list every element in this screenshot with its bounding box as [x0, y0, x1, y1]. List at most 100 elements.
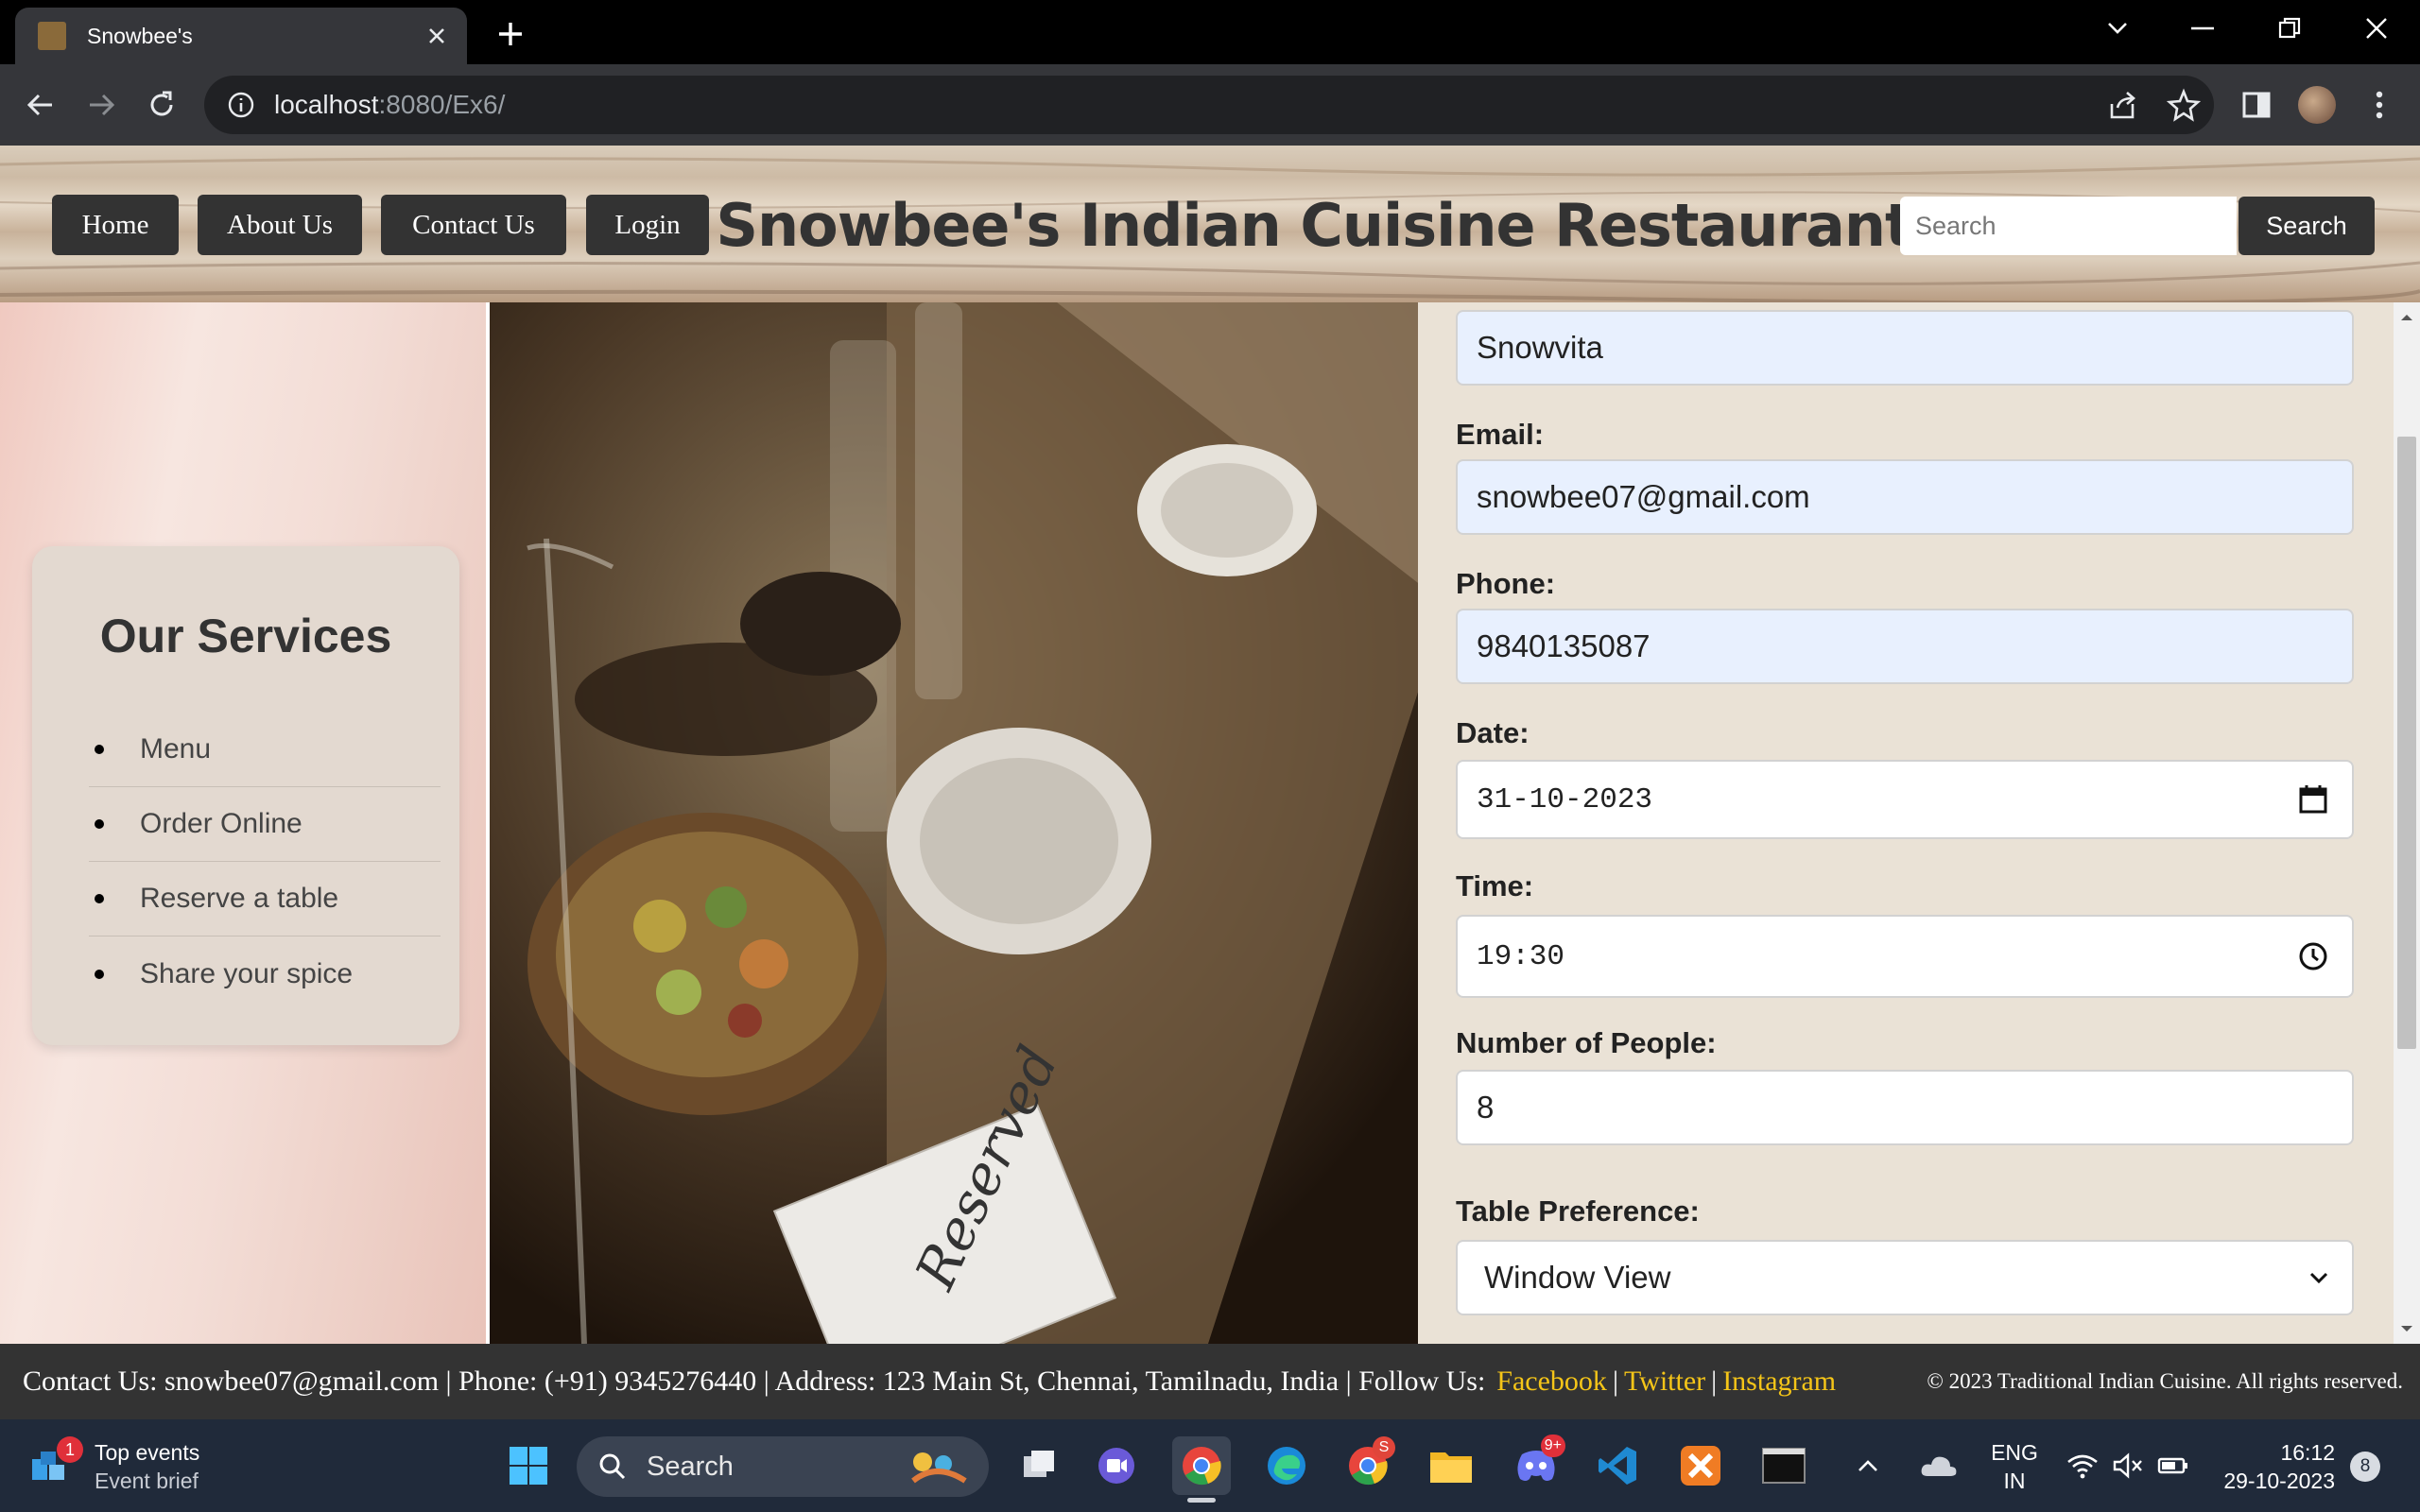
language-code: ENG	[1991, 1440, 2038, 1465]
clock-icon[interactable]	[2297, 940, 2329, 972]
service-share-spice-link[interactable]: Share your spice	[89, 936, 441, 1011]
date-field[interactable]: 31-10-2023	[1456, 760, 2354, 839]
bookmark-star-icon[interactable]	[2165, 87, 2203, 125]
wifi-icon[interactable]	[2059, 1436, 2106, 1495]
chrome-taskbar-icon[interactable]	[1172, 1436, 1231, 1503]
terminal-icon[interactable]	[1754, 1436, 1813, 1495]
forward-icon[interactable]	[79, 83, 123, 127]
address-bar[interactable]: localhost:8080/Ex6/	[204, 76, 2214, 134]
scroll-up-icon[interactable]	[2394, 308, 2420, 327]
site-title: Snowbee's Indian Cuisine Restaurant	[716, 191, 1912, 260]
name-field[interactable]: Snowvita	[1456, 310, 2354, 386]
browser-tab-bar: Snowbee's	[0, 0, 2420, 64]
services-list: Menu Order Online Reserve a table Share …	[89, 713, 441, 1011]
clock[interactable]: 16:12 29-10-2023	[2212, 1438, 2335, 1495]
search-icon	[599, 1453, 626, 1480]
close-window-icon[interactable]	[2348, 9, 2405, 47]
nav-contact-button[interactable]: Contact Us	[381, 195, 566, 255]
file-explorer-icon[interactable]	[1422, 1436, 1480, 1495]
restaurant-table-photo: Reserved	[486, 302, 1418, 1344]
service-menu-link[interactable]: Menu	[89, 713, 441, 787]
battery-icon[interactable]	[2150, 1436, 2197, 1495]
phone-label: Phone:	[1456, 567, 1556, 600]
services-card: Our Services Menu Order Online Reserve a…	[32, 546, 459, 1045]
table-preference-label: Table Preference:	[1456, 1194, 1700, 1228]
favicon-icon	[38, 22, 66, 50]
people-label: Number of People:	[1456, 1026, 1717, 1059]
tab-search-chevron-icon[interactable]	[2089, 9, 2146, 47]
date-value: 31-10-2023	[1477, 782, 1653, 816]
edge-icon[interactable]	[1257, 1436, 1316, 1495]
url-path: :8080/Ex6/	[378, 90, 506, 119]
services-heading: Our Services	[99, 610, 392, 662]
teams-chat-icon[interactable]	[1087, 1436, 1146, 1495]
table-preference-select[interactable]: Window View	[1456, 1240, 2354, 1315]
reservation-form: Snowvita Email: snowbee07@gmail.com Phon…	[1418, 302, 2394, 1344]
close-tab-icon[interactable]	[420, 19, 454, 53]
people-field[interactable]: 8	[1456, 1070, 2354, 1145]
clock-time: 16:12	[2280, 1440, 2335, 1465]
language-region: IN	[2003, 1469, 2026, 1493]
side-panel-icon[interactable]	[2235, 83, 2278, 127]
phone-field[interactable]: 9840135087	[1456, 609, 2354, 684]
minimize-icon[interactable]	[2174, 9, 2231, 47]
left-panel: Our Services Menu Order Online Reserve a…	[0, 302, 486, 1344]
browser-tab[interactable]: Snowbee's	[15, 8, 467, 64]
widgets-button[interactable]: 1 Top events Event brief	[28, 1436, 217, 1495]
restore-icon[interactable]	[2261, 9, 2318, 47]
photo-illustration: Reserved	[490, 302, 1418, 1344]
discord-badge: 9+	[1540, 1435, 1565, 1457]
email-label: Email:	[1456, 418, 1545, 451]
discord-icon[interactable]: 9+	[1507, 1435, 1565, 1495]
header-search-button[interactable]: Search	[2238, 197, 2375, 255]
browser-menu-icon[interactable]	[2358, 83, 2401, 127]
calendar-icon[interactable]	[2297, 783, 2329, 816]
nav-home-button[interactable]: Home	[52, 195, 179, 255]
widgets-title: Top events	[95, 1440, 200, 1465]
twitter-link[interactable]: Twitter	[1624, 1366, 1705, 1398]
instagram-link[interactable]: Instagram	[1722, 1366, 1836, 1398]
tray-overflow-icon[interactable]	[1849, 1436, 1887, 1495]
header-search-input[interactable]	[1900, 197, 2237, 255]
notification-count[interactable]: 8	[2350, 1452, 2380, 1482]
email-field[interactable]: snowbee07@gmail.com	[1456, 459, 2354, 535]
footer-copyright: © 2023 Traditional Indian Cuisine. All r…	[1927, 1369, 2403, 1393]
page-scrollbar[interactable]	[2394, 302, 2420, 1344]
site-footer: Contact Us: snowbee07@gmail.com | Phone:…	[0, 1344, 2420, 1419]
search-highlight-icon	[911, 1452, 967, 1484]
new-tab-icon[interactable]	[492, 15, 529, 53]
time-field[interactable]: 19:30	[1456, 915, 2354, 998]
date-label: Date:	[1456, 716, 1530, 749]
taskbar-search-label: Search	[647, 1451, 734, 1482]
footer-separator: |	[1612, 1366, 1618, 1397]
profile-avatar[interactable]	[2295, 83, 2339, 127]
volume-muted-icon[interactable]	[2104, 1436, 2152, 1495]
onedrive-icon[interactable]	[1915, 1436, 1962, 1495]
facebook-link[interactable]: Facebook	[1496, 1366, 1607, 1398]
chrome-profile-icon[interactable]: S	[1339, 1436, 1397, 1495]
nav-about-button[interactable]: About Us	[198, 195, 362, 255]
reload-icon[interactable]	[140, 83, 183, 127]
service-order-online-link[interactable]: Order Online	[89, 787, 441, 862]
site-info-icon[interactable]	[225, 89, 257, 121]
language-indicator[interactable]: ENG IN	[1987, 1438, 2042, 1495]
scroll-down-icon[interactable]	[2394, 1319, 2420, 1338]
windows-taskbar: 1 Top events Event brief Search S 9+ ENG…	[0, 1419, 2420, 1512]
task-view-icon[interactable]	[1010, 1436, 1068, 1495]
share-icon[interactable]	[2104, 87, 2142, 125]
site-header: Home About Us Contact Us Login Snowbee's…	[0, 146, 2420, 302]
vscode-icon[interactable]	[1588, 1436, 1647, 1495]
chrome-profile-badge: S	[1373, 1436, 1395, 1459]
xampp-icon[interactable]	[1671, 1436, 1730, 1495]
widgets-badge: 1	[57, 1436, 83, 1463]
service-reserve-table-link[interactable]: Reserve a table	[89, 862, 441, 936]
time-value: 19:30	[1477, 939, 1565, 973]
scroll-thumb[interactable]	[2397, 437, 2416, 1049]
back-icon[interactable]	[19, 83, 62, 127]
footer-contact-text: Contact Us: snowbee07@gmail.com | Phone:…	[23, 1366, 1486, 1397]
taskbar-search[interactable]: Search	[577, 1436, 989, 1497]
email-value: snowbee07@gmail.com	[1477, 479, 1810, 514]
start-menu-icon[interactable]	[499, 1436, 558, 1495]
web-page: Home About Us Contact Us Login Snowbee's…	[0, 146, 2420, 1344]
table-preference-value: Window View	[1484, 1260, 1671, 1295]
